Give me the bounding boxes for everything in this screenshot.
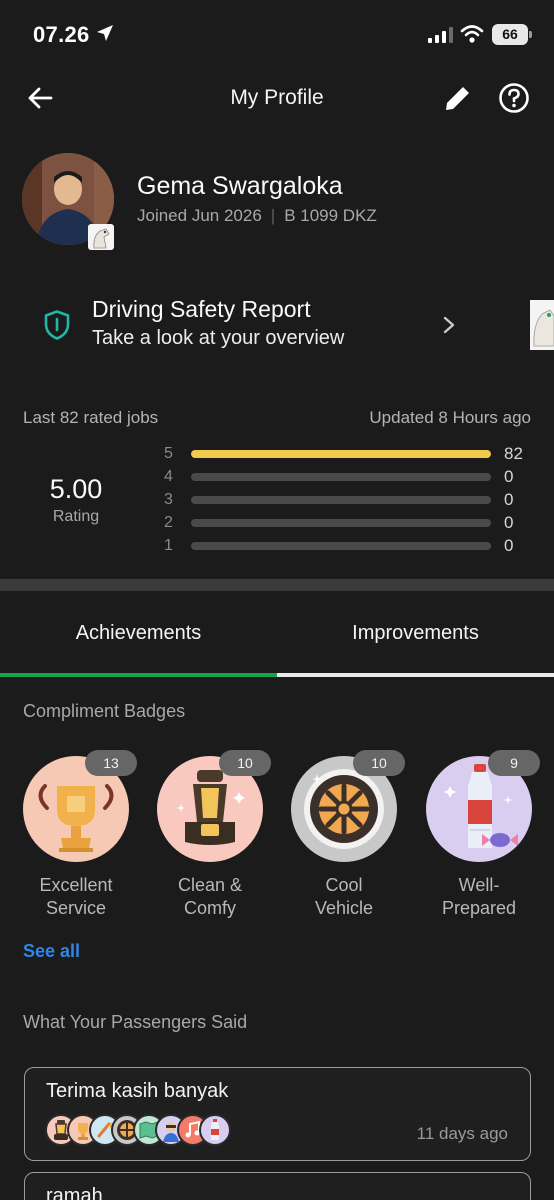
rated-jobs-label: Last 82 rated jobs bbox=[23, 408, 159, 427]
badge-cool-vehicle[interactable]: 10 Cool Vehicle bbox=[289, 750, 419, 920]
rating-star-label: 1 bbox=[164, 537, 173, 554]
rating-count: 0 bbox=[504, 513, 514, 532]
rating-row-1: 1 0 bbox=[160, 535, 532, 557]
rating-row-3: 3 0 bbox=[160, 489, 532, 511]
review-text: ramah bbox=[46, 1185, 103, 1200]
tab-achievements[interactable]: Achievements bbox=[0, 591, 277, 677]
review-text: Terima kasih banyak bbox=[46, 1080, 229, 1102]
rating-bar-track bbox=[191, 519, 491, 527]
rating-bar-track bbox=[191, 542, 491, 550]
join-date: Joined Jun 2026 bbox=[137, 206, 262, 225]
cellular-signal-icon bbox=[428, 27, 453, 43]
badge-label: Cool Vehicle bbox=[314, 875, 374, 918]
compliment-badges-title: Compliment Badges bbox=[23, 701, 186, 721]
chevron-right-icon bbox=[443, 316, 455, 334]
rating-caption: Rating bbox=[52, 508, 100, 525]
badge-excellent-service[interactable]: 13 Excellent Service bbox=[21, 750, 151, 920]
badge-clean-comfy[interactable]: 10 Clean & Comfy bbox=[155, 750, 285, 920]
review-card[interactable]: ramah bbox=[24, 1172, 531, 1200]
profile-tabs: Achievements Improvements bbox=[0, 591, 554, 677]
rating-bar-track bbox=[191, 473, 491, 481]
tab-label: Improvements bbox=[352, 622, 479, 644]
updated-label: Updated 8 Hours ago bbox=[369, 408, 531, 427]
see-all-link[interactable]: See all bbox=[23, 941, 80, 962]
rating-bar-track bbox=[191, 450, 491, 458]
status-time: 07.26 bbox=[33, 22, 90, 47]
safety-report-title: Driving Safety Report bbox=[92, 296, 311, 322]
rating-count: 0 bbox=[504, 467, 514, 486]
badge-label: Well- Prepared bbox=[441, 875, 517, 918]
rating-value: 5.00 bbox=[49, 474, 103, 504]
status-bar: 07.26 66 bbox=[0, 0, 554, 70]
badge-count: 10 bbox=[219, 750, 271, 776]
section-divider bbox=[0, 579, 554, 591]
rating-star-label: 3 bbox=[164, 491, 173, 508]
rating-bar-fill bbox=[191, 450, 491, 458]
location-arrow-icon bbox=[97, 25, 113, 41]
review-card[interactable]: Terima kasih banyak 11 days ago bbox=[24, 1067, 531, 1161]
safety-report-subtitle: Take a look at your overview bbox=[92, 327, 345, 349]
rating-star-label: 4 bbox=[164, 468, 173, 485]
rating-row-2: 2 0 bbox=[160, 512, 532, 534]
profile-meta: Joined Jun 2026 | B 1099 DKZ bbox=[137, 206, 377, 226]
badge-count: 10 bbox=[353, 750, 405, 776]
rating-star-label: 2 bbox=[164, 514, 173, 531]
avatar-badge-image bbox=[88, 224, 114, 250]
badge-label: Clean & Comfy bbox=[177, 875, 243, 918]
rating-bar-track bbox=[191, 496, 491, 504]
tab-improvements[interactable]: Improvements bbox=[277, 591, 554, 677]
passengers-said-title: What Your Passengers Said bbox=[23, 1012, 248, 1032]
license-plate: B 1099 DKZ bbox=[284, 206, 377, 225]
rating-row-5: 5 82 bbox=[160, 443, 532, 465]
meta-separator: | bbox=[270, 206, 276, 225]
review-badge-icons bbox=[45, 1114, 255, 1148]
badge-count: 13 bbox=[85, 750, 137, 776]
tab-indicator bbox=[0, 673, 277, 677]
edit-pencil-icon[interactable] bbox=[442, 82, 474, 114]
rating-count: 82 bbox=[504, 444, 523, 463]
badge-label: Excellent Service bbox=[39, 875, 113, 918]
rating-star-label: 5 bbox=[164, 445, 173, 462]
review-time: 11 days ago bbox=[416, 1124, 508, 1143]
help-icon[interactable] bbox=[498, 82, 530, 114]
shield-icon bbox=[44, 310, 70, 340]
header: My Profile bbox=[0, 70, 554, 126]
badge-well-prepared[interactable]: 9 Well- Prepared bbox=[424, 750, 554, 920]
badge-count: 9 bbox=[488, 750, 540, 776]
rating-count: 0 bbox=[504, 536, 514, 555]
rating-count: 0 bbox=[504, 490, 514, 509]
water-bottle-icon bbox=[199, 1114, 231, 1146]
rating-row-4: 4 0 bbox=[160, 466, 532, 488]
side-thumbnail-image bbox=[530, 300, 554, 350]
wifi-icon bbox=[460, 25, 484, 43]
tab-label: Achievements bbox=[75, 622, 202, 644]
tab-indicator bbox=[277, 673, 554, 677]
profile-name: Gema Swargaloka bbox=[137, 172, 343, 200]
battery-indicator: 66 bbox=[492, 24, 532, 45]
driving-safety-report-link[interactable]: Driving Safety Report Take a look at you… bbox=[0, 290, 554, 360]
